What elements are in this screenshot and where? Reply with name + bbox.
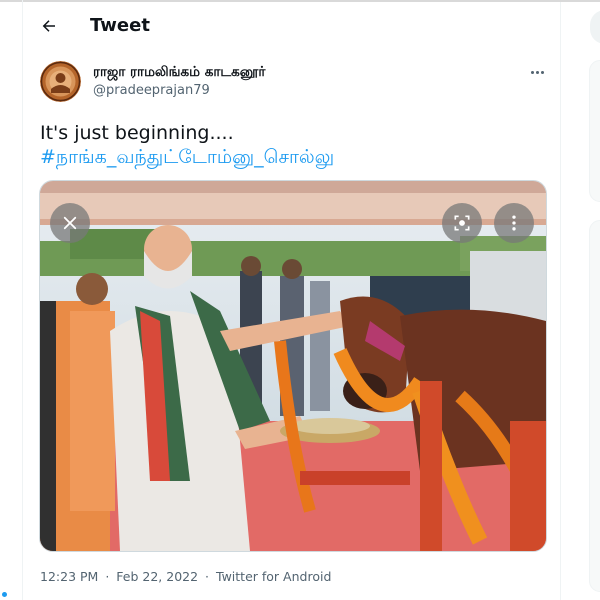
more-dot-icon xyxy=(540,70,544,74)
tweet-text: It's just beginning.... xyxy=(40,122,234,144)
lens-scan-button[interactable] xyxy=(442,203,482,243)
tweet-media[interactable] xyxy=(39,180,547,552)
hashtag-link[interactable]: #நாங்க_வந்துட்டோம்னு_சொல்லு xyxy=(40,144,334,170)
more-dot-icon xyxy=(535,70,539,74)
avatar[interactable] xyxy=(40,61,81,102)
tweet-meta: 12:23 PM · Feb 22, 2022 · Twitter for An… xyxy=(40,569,331,584)
author-name[interactable]: ராஜா ராமலிங்கம் காடகனூர் xyxy=(93,64,265,82)
tweet-header: Tweet xyxy=(23,8,560,46)
sidebar-card xyxy=(589,60,600,202)
author-handle[interactable]: @pradeeprajan79 xyxy=(93,83,210,98)
page-title: Tweet xyxy=(90,15,150,36)
tweet-time[interactable]: 12:23 PM xyxy=(40,569,98,584)
separator: · xyxy=(205,569,210,584)
more-dot-icon xyxy=(530,70,534,74)
close-media-button[interactable] xyxy=(50,203,90,243)
lens-scan-icon xyxy=(454,215,470,231)
more-vertical-icon xyxy=(512,215,516,231)
notification-dot xyxy=(2,592,7,597)
tweet-client: Twitter for Android xyxy=(216,569,332,584)
more-options-button[interactable] xyxy=(526,64,548,80)
sidebar-card-trends xyxy=(589,220,600,592)
tweet-date[interactable]: Feb 22, 2022 xyxy=(116,569,198,584)
back-button[interactable] xyxy=(35,12,63,40)
arrow-left-icon xyxy=(42,20,55,32)
close-icon xyxy=(63,216,77,230)
media-more-button[interactable] xyxy=(494,203,534,243)
separator: · xyxy=(105,569,110,584)
